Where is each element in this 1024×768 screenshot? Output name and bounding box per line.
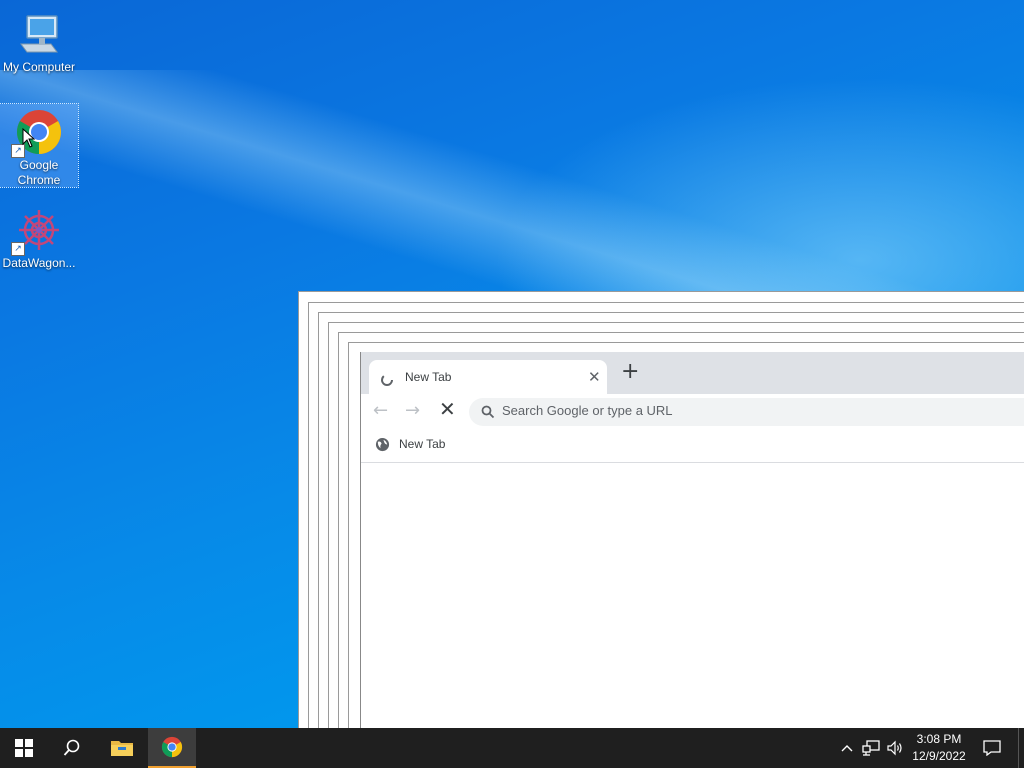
clock-date: 12/9/2022 bbox=[912, 749, 966, 763]
file-explorer-icon bbox=[111, 741, 133, 756]
show-desktop-button[interactable] bbox=[1018, 728, 1019, 768]
desktop-icon-label: My Computer bbox=[2, 60, 76, 74]
desktop-icon-google-chrome[interactable]: ↗ Google Chrome bbox=[0, 103, 79, 188]
desktop-icon-label: Google Chrome bbox=[17, 158, 61, 187]
file-explorer-button[interactable] bbox=[98, 728, 146, 768]
tab-title: New Tab bbox=[405, 370, 452, 384]
tab-strip: New Tab ✕ + bbox=[361, 352, 1024, 394]
shortcut-arrow-icon: ↗ bbox=[11, 242, 25, 256]
volume-button[interactable] bbox=[884, 728, 906, 768]
clock-time: 3:08 PM bbox=[916, 732, 962, 746]
tab-close-icon[interactable]: ✕ bbox=[588, 368, 601, 386]
desktop-icon-datawagon[interactable]: ↗ DataWagon... bbox=[0, 200, 78, 272]
forward-arrow-icon[interactable]: → bbox=[405, 400, 420, 421]
network-button[interactable] bbox=[860, 728, 882, 768]
windows-logo-icon bbox=[15, 739, 33, 757]
start-button[interactable] bbox=[0, 728, 48, 768]
loading-favicon-icon bbox=[381, 371, 393, 390]
chrome-taskbar-button[interactable] bbox=[148, 728, 196, 768]
address-bar[interactable]: Search Google or type a URL bbox=[469, 398, 1024, 426]
network-icon bbox=[862, 740, 880, 756]
tab-new-tab[interactable]: New Tab ✕ bbox=[369, 360, 607, 394]
search-icon bbox=[481, 404, 495, 423]
bookmarks-bar: New Tab bbox=[361, 430, 1024, 463]
browser-toolbar: ← → ✕ Search Google or type a URL bbox=[361, 394, 1024, 430]
speaker-icon bbox=[887, 740, 902, 756]
computer-icon bbox=[15, 10, 63, 58]
back-arrow-icon[interactable]: ← bbox=[373, 400, 388, 421]
desktop-icon-label: DataWagon... bbox=[2, 256, 76, 270]
notifications-button[interactable] bbox=[978, 728, 1006, 768]
globe-icon bbox=[375, 437, 390, 456]
clock[interactable]: 3:08 PM 12/9/2022 bbox=[904, 731, 974, 765]
bookmark-new-tab[interactable]: New Tab bbox=[399, 437, 445, 451]
stop-loading-icon[interactable]: ✕ bbox=[439, 397, 456, 421]
chrome-icon bbox=[161, 736, 183, 758]
mouse-cursor-icon bbox=[22, 128, 36, 148]
chrome-window[interactable]: New Tab ✕ + ← → ✕ Search Google or type … bbox=[360, 352, 1024, 728]
search-button[interactable] bbox=[48, 728, 96, 768]
new-tab-button[interactable]: + bbox=[621, 361, 639, 383]
action-center-icon bbox=[983, 740, 1001, 756]
desktop-icon-my-computer[interactable]: My Computer bbox=[0, 4, 78, 74]
show-hidden-icons-button[interactable] bbox=[838, 728, 856, 768]
search-icon bbox=[63, 739, 80, 756]
desktop: My Computer ↗ Google Chrome ↗ DataWagon.… bbox=[0, 0, 1024, 728]
datawagon-icon: ↗ bbox=[11, 206, 63, 256]
taskbar: 3:08 PM 12/9/2022 bbox=[0, 728, 1024, 768]
address-bar-placeholder: Search Google or type a URL bbox=[502, 403, 673, 418]
chevron-up-icon bbox=[841, 745, 853, 752]
